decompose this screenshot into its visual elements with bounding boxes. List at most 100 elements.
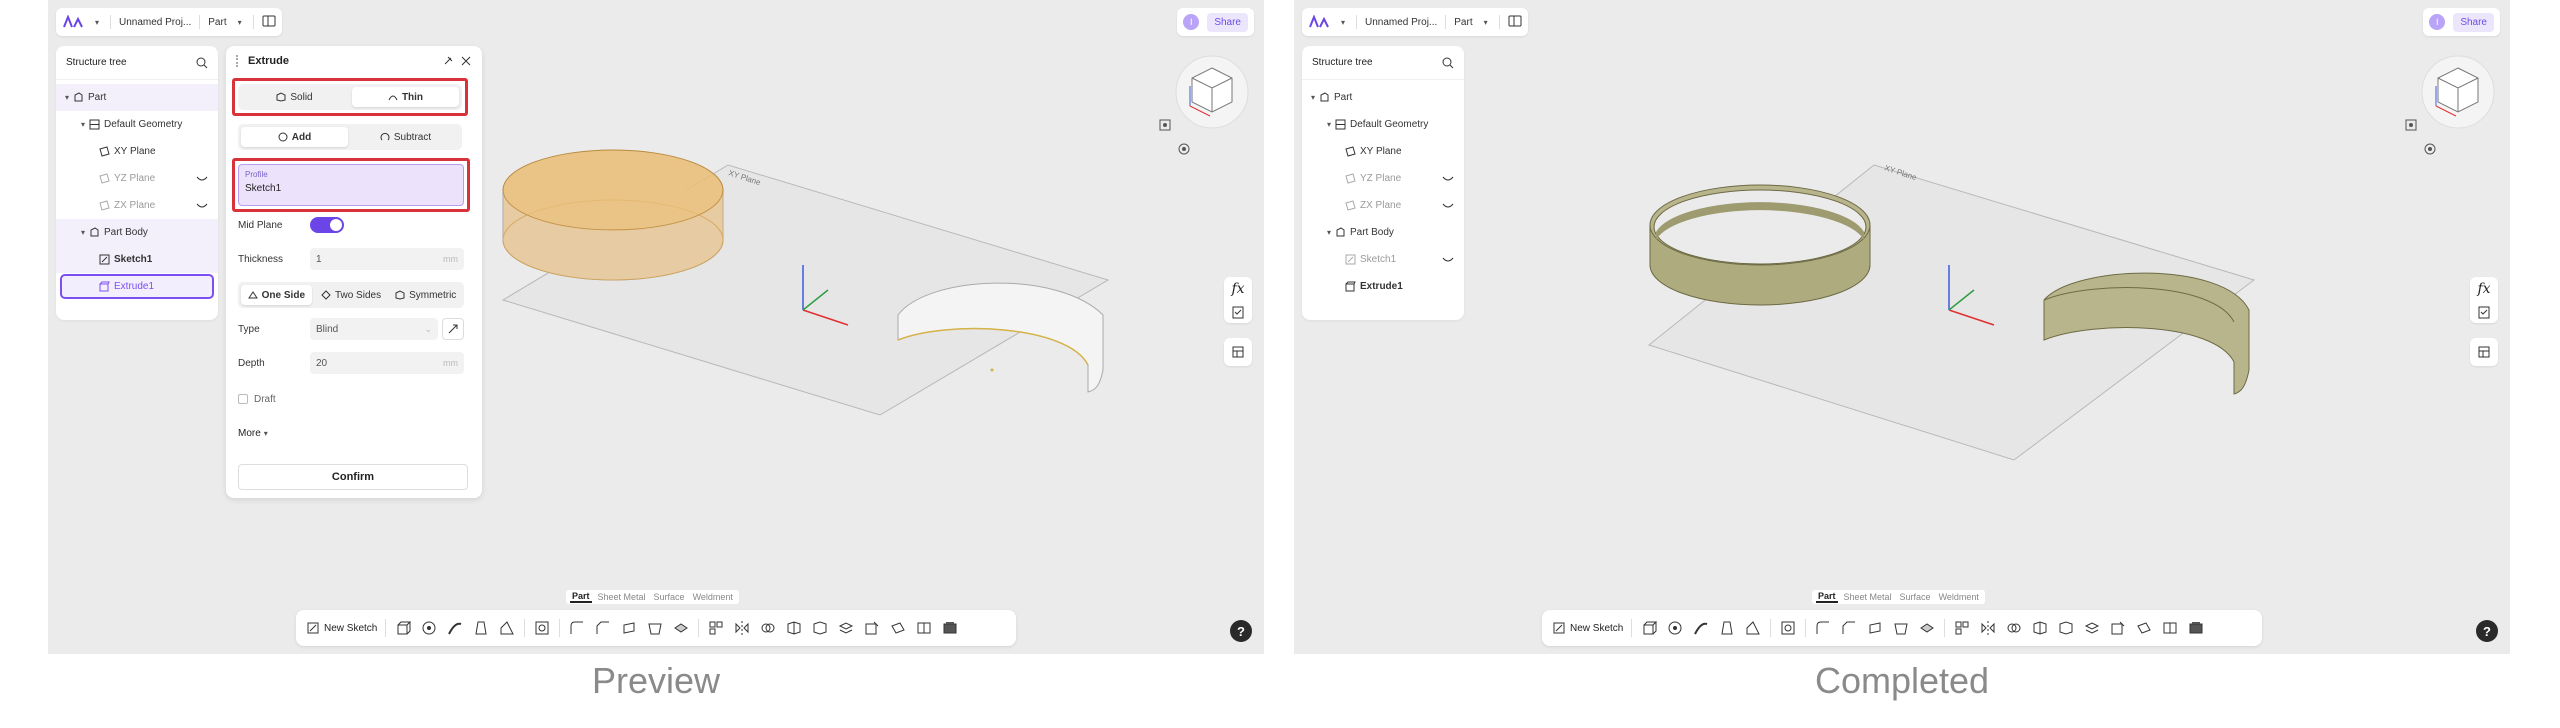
- draft-checkbox[interactable]: [238, 394, 248, 404]
- search-icon[interactable]: [1442, 57, 1454, 69]
- tree-item-part[interactable]: ▾ Part: [1302, 84, 1464, 111]
- subtract-option[interactable]: Subtract: [352, 127, 459, 147]
- thickness-input[interactable]: 1 mm: [310, 248, 464, 270]
- library-tool-icon[interactable]: [2187, 619, 2205, 637]
- sweep-tool-icon[interactable]: [446, 619, 464, 637]
- move-body-tool-icon[interactable]: [811, 619, 829, 637]
- type-select[interactable]: Blind ⌄: [310, 318, 438, 340]
- pattern-tool-icon[interactable]: [707, 619, 725, 637]
- symmetric-option[interactable]: Symmetric: [390, 285, 461, 305]
- fillet-tool-icon[interactable]: [1814, 619, 1832, 637]
- plane-tool-icon[interactable]: [889, 619, 907, 637]
- rib-tool-icon[interactable]: [498, 619, 516, 637]
- fillet-tool-icon[interactable]: [568, 619, 586, 637]
- chevron-down-icon[interactable]: ▾: [1481, 18, 1491, 27]
- mirror-tool-icon[interactable]: [733, 619, 751, 637]
- panel-toggle-icon[interactable]: [262, 15, 276, 30]
- delete-body-tool-icon[interactable]: [837, 619, 855, 637]
- tree-item-sketch1[interactable]: Sketch1: [1302, 246, 1464, 273]
- thicken-tool-icon[interactable]: [672, 619, 690, 637]
- add-option[interactable]: Add: [241, 127, 348, 147]
- formula-button[interactable]: fx: [2477, 281, 2490, 297]
- chevron-down-icon[interactable]: ▾: [1324, 228, 1334, 237]
- chevron-down-icon[interactable]: ▾: [235, 18, 245, 27]
- project-name[interactable]: Unnamed Proj...: [119, 17, 191, 28]
- pattern-tool-icon[interactable]: [1953, 619, 1971, 637]
- tree-item-extrude1[interactable]: Extrude1: [56, 273, 218, 300]
- shell-tool-icon[interactable]: [1866, 619, 1884, 637]
- flip-direction-button[interactable]: [442, 318, 464, 340]
- hidden-eye-icon[interactable]: [1442, 202, 1454, 210]
- tree-item-part-body[interactable]: ▾ Part Body: [56, 219, 218, 246]
- chevron-down-icon[interactable]: ▾: [78, 228, 88, 237]
- two-sides-option[interactable]: Two Sides: [316, 285, 387, 305]
- mode-selector[interactable]: Part: [208, 17, 226, 28]
- search-icon[interactable]: [196, 57, 208, 69]
- combine-tool-icon[interactable]: [2005, 619, 2023, 637]
- drag-handle-icon[interactable]: [236, 55, 242, 67]
- loft-tool-icon[interactable]: [1718, 619, 1736, 637]
- chevron-down-icon[interactable]: ▾: [1324, 120, 1334, 129]
- view-cube[interactable]: [1160, 50, 1256, 146]
- view-cube[interactable]: [2406, 50, 2502, 146]
- help-button[interactable]: ?: [2476, 620, 2498, 642]
- one-side-option[interactable]: One Side: [241, 285, 312, 305]
- extrude-tool-icon[interactable]: [394, 619, 412, 637]
- new-sketch-button[interactable]: New Sketch: [306, 621, 377, 635]
- chevron-down-icon[interactable]: ▾: [1338, 18, 1348, 27]
- hidden-eye-icon[interactable]: [196, 202, 208, 210]
- chamfer-tool-icon[interactable]: [1840, 619, 1858, 637]
- tab-sheet-metal[interactable]: Sheet Metal: [1842, 592, 1894, 602]
- more-row[interactable]: More ▾: [238, 422, 464, 444]
- draft-tool-icon[interactable]: [1892, 619, 1910, 637]
- hidden-eye-icon[interactable]: [1442, 256, 1454, 264]
- tree-item-sketch1[interactable]: Sketch1: [56, 246, 218, 273]
- shell-tool-icon[interactable]: [620, 619, 638, 637]
- hidden-eye-icon[interactable]: [1442, 175, 1454, 183]
- hole-tool-icon[interactable]: [1779, 619, 1797, 637]
- tree-item-zx-plane[interactable]: ZX Plane: [1302, 192, 1464, 219]
- mid-plane-toggle[interactable]: [310, 217, 344, 233]
- tree-item-default-geometry[interactable]: ▾ Default Geometry: [56, 111, 218, 138]
- tab-part[interactable]: Part: [1816, 591, 1838, 603]
- tab-surface[interactable]: Surface: [652, 592, 687, 602]
- sweep-tool-icon[interactable]: [1692, 619, 1710, 637]
- viewport-3d[interactable]: XY Plane fx ?: [1294, 0, 2510, 654]
- chamfer-tool-icon[interactable]: [594, 619, 612, 637]
- hidden-eye-icon[interactable]: [196, 175, 208, 183]
- chevron-down-icon[interactable]: ▾: [92, 18, 102, 27]
- panel-toggle-icon[interactable]: [1508, 15, 1522, 30]
- camera-icon[interactable]: [1178, 142, 1190, 155]
- delete-body-tool-icon[interactable]: [2083, 619, 2101, 637]
- tree-item-yz-plane[interactable]: YZ Plane: [56, 165, 218, 192]
- close-icon[interactable]: [460, 55, 472, 67]
- rib-tool-icon[interactable]: [1744, 619, 1762, 637]
- loft-tool-icon[interactable]: [472, 619, 490, 637]
- tree-item-xy-plane[interactable]: XY Plane: [1302, 138, 1464, 165]
- split-tool-icon[interactable]: [2031, 619, 2049, 637]
- tree-item-extrude1[interactable]: Extrude1: [1302, 273, 1464, 300]
- measure-button[interactable]: [2470, 338, 2498, 366]
- app-logo-icon[interactable]: [62, 14, 84, 30]
- help-button[interactable]: ?: [1230, 620, 1252, 642]
- confirm-button[interactable]: Confirm: [238, 464, 468, 490]
- tab-sheet-metal[interactable]: Sheet Metal: [596, 592, 648, 602]
- chevron-down-icon[interactable]: ▾: [1308, 93, 1318, 102]
- checklist-icon[interactable]: [2477, 305, 2491, 319]
- share-button[interactable]: Share: [1207, 12, 1248, 32]
- chevron-down-icon[interactable]: ▾: [62, 93, 72, 102]
- library-tool-icon[interactable]: [941, 619, 959, 637]
- camera-icon[interactable]: [2424, 142, 2436, 155]
- fit-view-icon[interactable]: [1158, 118, 1172, 132]
- project-name[interactable]: Unnamed Proj...: [1365, 17, 1437, 28]
- avatar[interactable]: I: [2429, 14, 2446, 30]
- plane-tool-icon[interactable]: [2135, 619, 2153, 637]
- tab-surface[interactable]: Surface: [1898, 592, 1933, 602]
- draft-tool-icon[interactable]: [646, 619, 664, 637]
- revolve-tool-icon[interactable]: [1666, 619, 1684, 637]
- pin-icon[interactable]: [442, 55, 454, 67]
- tree-item-xy-plane[interactable]: XY Plane: [56, 138, 218, 165]
- extrude-tool-icon[interactable]: [1640, 619, 1658, 637]
- move-body-tool-icon[interactable]: [2057, 619, 2075, 637]
- app-logo-icon[interactable]: [1308, 14, 1330, 30]
